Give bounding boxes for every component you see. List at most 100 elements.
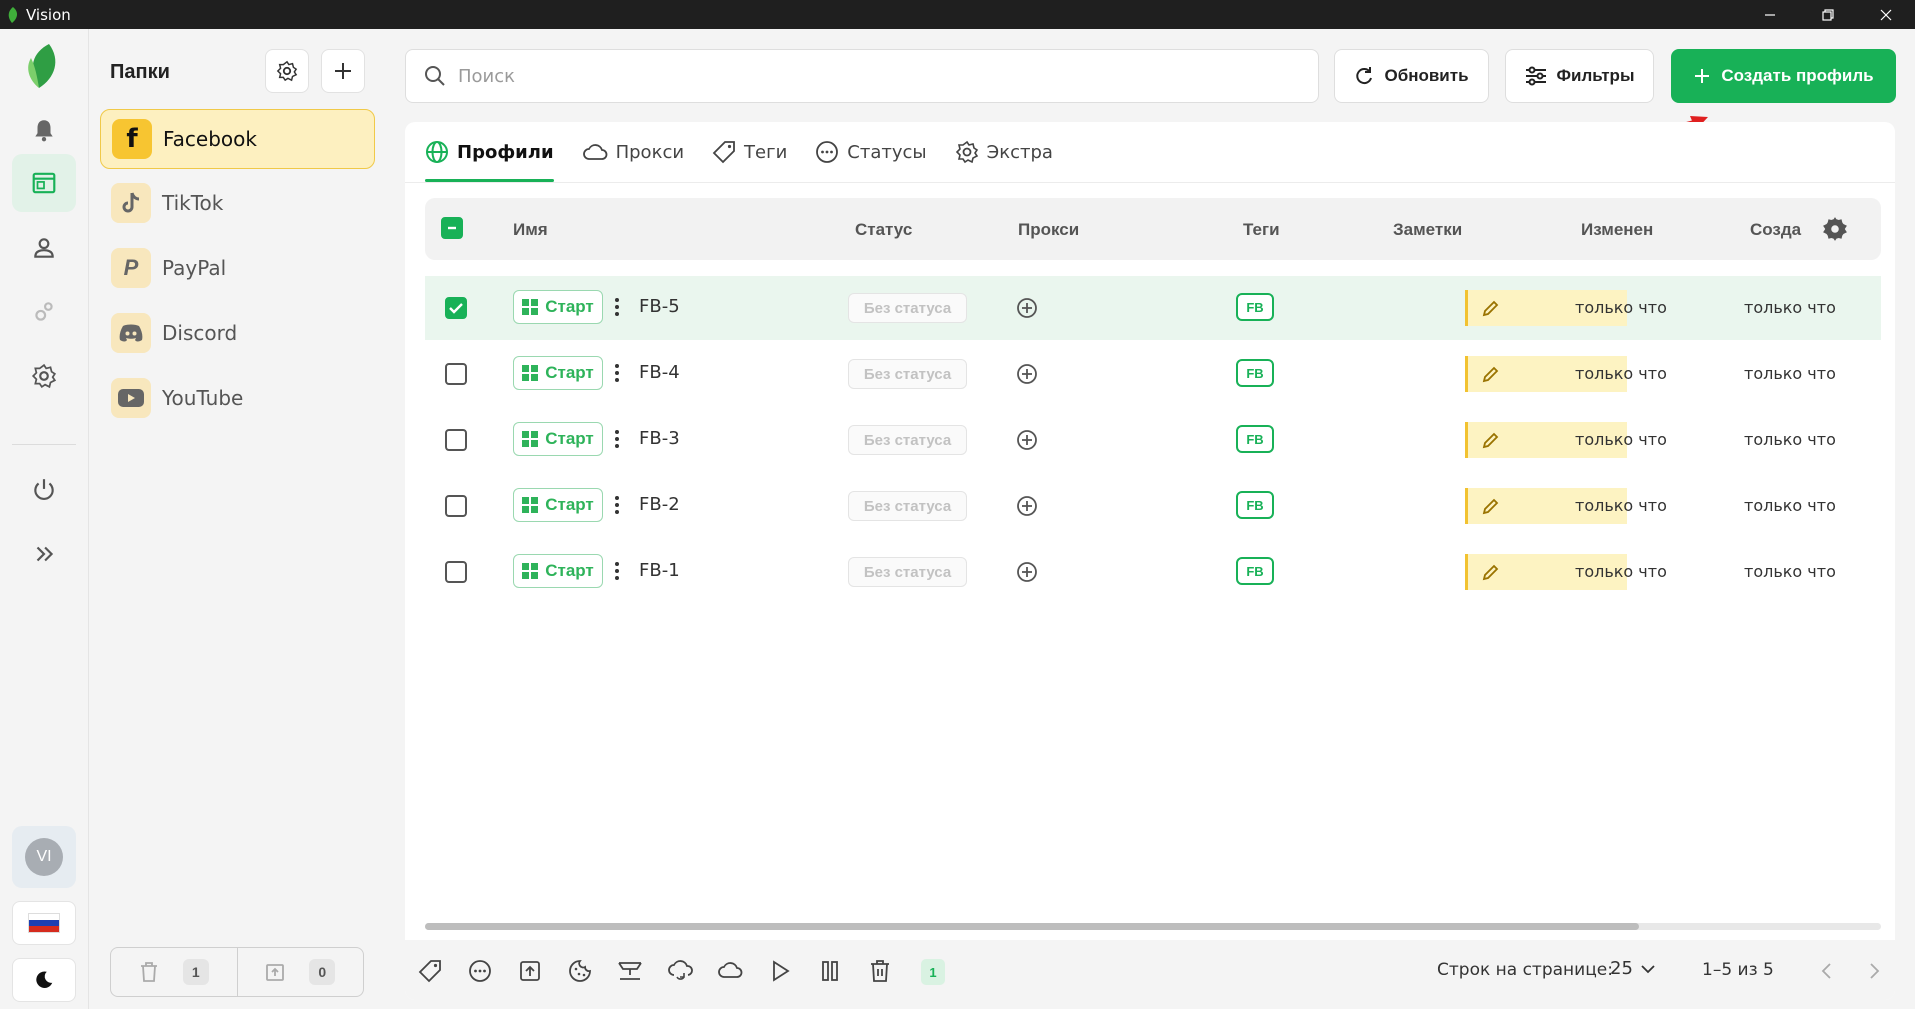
folder-item-tiktok[interactable]: TikTok	[100, 173, 375, 233]
tab-tags[interactable]: Теги	[712, 122, 787, 182]
tab-profiles[interactable]: Профили	[425, 122, 554, 182]
start-button[interactable]: Старт	[513, 356, 603, 390]
set-status-button[interactable]	[465, 956, 495, 986]
cloud-check-icon	[718, 962, 743, 978]
delete-selected-button[interactable]	[865, 956, 895, 986]
tag-badge[interactable]: FB	[1236, 293, 1274, 321]
more-options-icon[interactable]	[613, 559, 621, 583]
cookies-button[interactable]	[565, 956, 595, 986]
prev-page-button[interactable]	[1811, 956, 1841, 986]
table-row[interactable]: Старт FB-5 Без статуса FB только что тол…	[425, 276, 1881, 340]
tab-proxies[interactable]: Прокси	[582, 122, 684, 182]
add-proxy-icon[interactable]	[1016, 561, 1038, 583]
trash-archive-box: 1 0	[110, 947, 364, 997]
trash-button[interactable]: 1	[111, 948, 237, 996]
status-badge[interactable]: Без статуса	[848, 491, 967, 521]
start-button[interactable]: Старт	[513, 488, 603, 522]
add-proxy-icon[interactable]	[1016, 429, 1038, 451]
folder-item-discord[interactable]: Discord	[100, 303, 375, 363]
archive-count: 0	[309, 959, 336, 985]
column-settings-button[interactable]	[1822, 216, 1848, 247]
add-proxy-icon[interactable]	[1016, 363, 1038, 385]
column-name[interactable]: Имя	[513, 220, 548, 240]
column-modified[interactable]: Изменен	[1581, 220, 1653, 240]
language-button[interactable]	[12, 901, 76, 945]
expand-sidebar-button[interactable]	[12, 525, 76, 583]
maximize-button[interactable]	[1799, 0, 1857, 29]
status-badge[interactable]: Без статуса	[848, 557, 967, 587]
tag-badge[interactable]: FB	[1236, 359, 1274, 387]
table-row[interactable]: Старт FB-4 Без статуса FB только что тол…	[425, 342, 1881, 406]
tab-extra[interactable]: Экстра	[955, 122, 1053, 182]
column-notes[interactable]: Заметки	[1393, 220, 1462, 240]
start-selected-button[interactable]	[765, 956, 795, 986]
globe-icon	[426, 141, 448, 163]
column-tags[interactable]: Теги	[1243, 220, 1280, 240]
table-row[interactable]: Старт FB-2 Без статуса FB только что тол…	[425, 474, 1881, 538]
add-folder-button[interactable]	[321, 49, 365, 93]
tabs-bar: Профили Прокси Теги Статусы Экстра	[425, 122, 1053, 182]
settings-nav-button[interactable]	[12, 347, 76, 405]
minimize-button[interactable]	[1741, 0, 1799, 29]
tab-statuses[interactable]: Статусы	[815, 122, 927, 182]
theme-toggle-button[interactable]	[12, 958, 76, 1002]
move-to-folder-button[interactable]	[515, 956, 545, 986]
archive-button[interactable]: 0	[236, 948, 364, 996]
users-nav-button[interactable]	[12, 219, 76, 277]
next-page-button[interactable]	[1860, 956, 1890, 986]
tag-badge[interactable]: FB	[1236, 491, 1274, 519]
close-button[interactable]	[1857, 0, 1915, 29]
minus-icon	[448, 226, 456, 230]
table-row[interactable]: Старт FB-1 Без статуса FB только что тол…	[425, 540, 1881, 604]
tag-badge[interactable]: FB	[1236, 425, 1274, 453]
scrollbar-thumb[interactable]	[425, 923, 1639, 930]
restore-icon	[1822, 8, 1834, 21]
assign-tag-button[interactable]	[415, 956, 445, 986]
more-options-icon[interactable]	[613, 427, 621, 451]
cloud-check-button[interactable]	[715, 956, 745, 986]
horizontal-scrollbar[interactable]	[425, 923, 1881, 930]
more-options-icon[interactable]	[613, 361, 621, 385]
account-button[interactable]: VI	[12, 826, 76, 888]
refresh-button[interactable]: Обновить	[1334, 49, 1489, 103]
add-proxy-icon[interactable]	[1016, 297, 1038, 319]
profiles-nav-button[interactable]	[12, 154, 76, 212]
filters-button[interactable]: Фильтры	[1505, 49, 1654, 103]
automation-nav-button[interactable]	[12, 283, 76, 341]
folder-item-paypal[interactable]: P PayPal	[100, 238, 375, 298]
notifications-button[interactable]	[12, 101, 76, 159]
column-created[interactable]: Созда	[1750, 220, 1808, 240]
more-options-icon[interactable]	[613, 295, 621, 319]
column-status[interactable]: Статус	[855, 220, 912, 240]
folder-item-youtube[interactable]: YouTube	[100, 368, 375, 428]
status-badge[interactable]: Без статуса	[848, 359, 967, 389]
gear-icon	[955, 140, 978, 164]
row-checkbox[interactable]	[445, 429, 467, 451]
stop-selected-button[interactable]	[815, 956, 845, 986]
tab-label: Прокси	[615, 141, 685, 163]
start-button[interactable]: Старт	[513, 554, 603, 588]
row-checkbox[interactable]	[445, 297, 467, 319]
select-all-checkbox[interactable]	[441, 217, 463, 239]
sync-button[interactable]	[665, 956, 695, 986]
status-badge[interactable]: Без статуса	[848, 425, 967, 455]
proxy-change-button[interactable]	[615, 956, 645, 986]
search-input[interactable]	[458, 65, 1258, 87]
start-button[interactable]: Старт	[513, 422, 603, 456]
more-options-icon[interactable]	[613, 493, 621, 517]
status-badge[interactable]: Без статуса	[848, 293, 967, 323]
power-button[interactable]	[12, 461, 76, 519]
start-button[interactable]: Старт	[513, 290, 603, 324]
column-proxy[interactable]: Прокси	[1018, 220, 1079, 240]
folder-settings-button[interactable]	[265, 49, 309, 93]
table-row[interactable]: Старт FB-3 Без статуса FB только что тол…	[425, 408, 1881, 472]
folder-item-facebook[interactable]: f Facebook	[100, 109, 375, 169]
row-checkbox[interactable]	[445, 363, 467, 385]
row-checkbox[interactable]	[445, 561, 467, 583]
tag-badge[interactable]: FB	[1236, 557, 1274, 585]
row-checkbox[interactable]	[445, 495, 467, 517]
add-proxy-icon[interactable]	[1016, 495, 1038, 517]
create-profile-button[interactable]: Создать профиль	[1671, 49, 1896, 103]
rows-per-page-select[interactable]: 25	[1610, 958, 1655, 979]
cookie-icon	[569, 960, 591, 982]
